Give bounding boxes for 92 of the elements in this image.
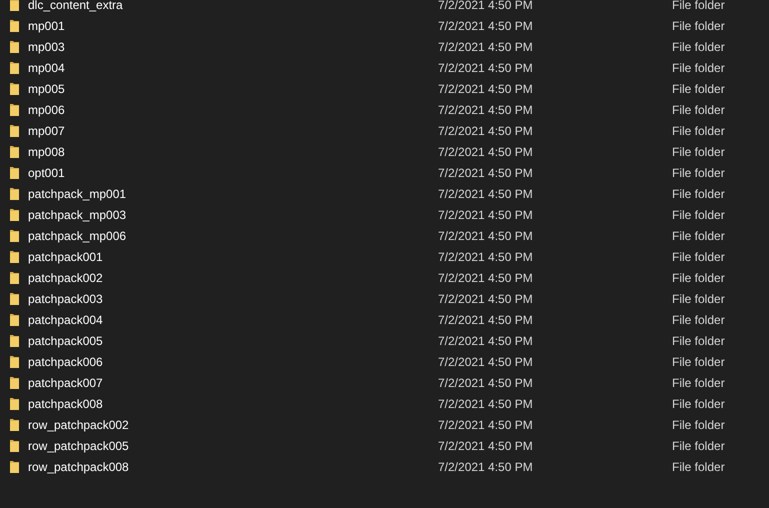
folder-icon <box>10 271 19 284</box>
folder-icon <box>10 292 19 305</box>
date-modified: 7/2/2021 4:50 PM <box>438 124 533 138</box>
file-name: row_patchpack005 <box>28 438 129 452</box>
date-modified: 7/2/2021 4:50 PM <box>438 102 533 116</box>
file-type: File folder <box>672 186 725 202</box>
folder-icon <box>10 40 19 53</box>
date-modified: 7/2/2021 4:50 PM <box>438 270 533 284</box>
file-type: File folder <box>672 458 725 474</box>
file-type: File folder <box>672 0 725 12</box>
folder-icon <box>10 460 19 473</box>
folder-icon <box>10 19 19 32</box>
file-name: patchpack_mp006 <box>28 228 126 242</box>
folder-icon <box>10 376 19 389</box>
date-modified: 7/2/2021 4:50 PM <box>438 208 533 222</box>
folder-icon <box>10 103 19 116</box>
date-modified: 7/2/2021 4:50 PM <box>438 166 533 180</box>
date-modified: 7/2/2021 4:50 PM <box>438 376 533 390</box>
file-type: File folder <box>672 290 725 306</box>
file-name: patchpack005 <box>28 334 103 348</box>
file-type: File folder <box>672 18 725 34</box>
folder-icon <box>10 124 19 137</box>
file-name: patchpack004 <box>28 312 103 326</box>
date-modified: 7/2/2021 4:50 PM <box>438 228 533 242</box>
date-modified: 7/2/2021 4:50 PM <box>438 354 533 368</box>
file-name: mp004 <box>28 60 65 74</box>
file-type: File folder <box>672 206 725 222</box>
folder-icon <box>10 334 19 347</box>
file-name: patchpack006 <box>28 354 103 368</box>
file-name: row_patchpack002 <box>28 418 129 432</box>
file-name: patchpack003 <box>28 292 103 306</box>
file-type: File folder <box>672 38 725 54</box>
date-modified: 7/2/2021 4:50 PM <box>438 40 533 54</box>
folder-icon <box>10 82 19 95</box>
file-type: File folder <box>672 248 725 264</box>
folder-icon <box>10 0 19 11</box>
date-modified: 7/2/2021 4:50 PM <box>438 186 533 200</box>
file-name: mp003 <box>28 40 65 54</box>
date-modified: 7/2/2021 4:50 PM <box>438 334 533 348</box>
file-type: File folder <box>672 396 725 412</box>
folder-icon <box>10 439 19 452</box>
file-name: patchpack_mp001 <box>28 186 126 200</box>
folder-icon <box>10 313 19 326</box>
date-modified: 7/2/2021 4:50 PM <box>438 312 533 326</box>
file-type: File folder <box>672 228 725 244</box>
date-modified: 7/2/2021 4:50 PM <box>438 396 533 410</box>
file-type: File folder <box>672 60 725 76</box>
date-modified: 7/2/2021 4:50 PM <box>438 418 533 432</box>
file-type: File folder <box>672 80 725 96</box>
date-modified: 7/2/2021 4:50 PM <box>438 82 533 96</box>
file-name: mp007 <box>28 124 65 138</box>
date-modified: 7/2/2021 4:50 PM <box>438 438 533 452</box>
folder-icon <box>10 187 19 200</box>
date-modified: 7/2/2021 4:50 PM <box>438 250 533 264</box>
file-type: File folder <box>672 270 725 286</box>
file-name: mp006 <box>28 102 65 116</box>
file-type: File folder <box>672 332 725 348</box>
file-type: File folder <box>672 144 725 160</box>
date-modified: 7/2/2021 4:50 PM <box>438 460 533 474</box>
folder-icon <box>10 229 19 242</box>
folder-icon <box>10 397 19 410</box>
folder-icon <box>10 61 19 74</box>
folder-icon <box>10 250 19 263</box>
file-name: patchpack_mp003 <box>28 208 126 222</box>
file-type: File folder <box>672 416 725 432</box>
folder-icon <box>10 355 19 368</box>
file-type: File folder <box>672 312 725 328</box>
file-name: patchpack002 <box>28 270 103 284</box>
file-name: patchpack001 <box>28 250 103 264</box>
date-modified: 7/2/2021 4:50 PM <box>438 18 533 32</box>
folder-icon <box>10 166 19 179</box>
file-name: mp001 <box>28 18 65 32</box>
folder-icon <box>10 208 19 221</box>
file-type: File folder <box>672 354 725 370</box>
file-type: File folder <box>672 438 725 454</box>
file-type: File folder <box>672 164 725 180</box>
date-modified: 7/2/2021 4:50 PM <box>438 144 533 158</box>
folder-icon <box>10 145 19 158</box>
file-name: row_patchpack008 <box>28 460 129 474</box>
date-modified: 7/2/2021 4:50 PM <box>438 292 533 306</box>
date-modified: 7/2/2021 4:50 PM <box>438 60 533 74</box>
file-type: File folder <box>672 374 725 390</box>
folder-icon <box>10 418 19 431</box>
file-name: patchpack008 <box>28 396 103 410</box>
file-type: File folder <box>672 102 725 118</box>
file-type: File folder <box>672 122 725 138</box>
file-name: patchpack007 <box>28 376 103 390</box>
file-name: mp008 <box>28 144 65 158</box>
file-name: dlc_content_extra <box>28 0 123 12</box>
date-modified: 7/2/2021 4:50 PM <box>438 0 533 12</box>
file-name: opt001 <box>28 166 65 180</box>
file-name: mp005 <box>28 82 65 96</box>
